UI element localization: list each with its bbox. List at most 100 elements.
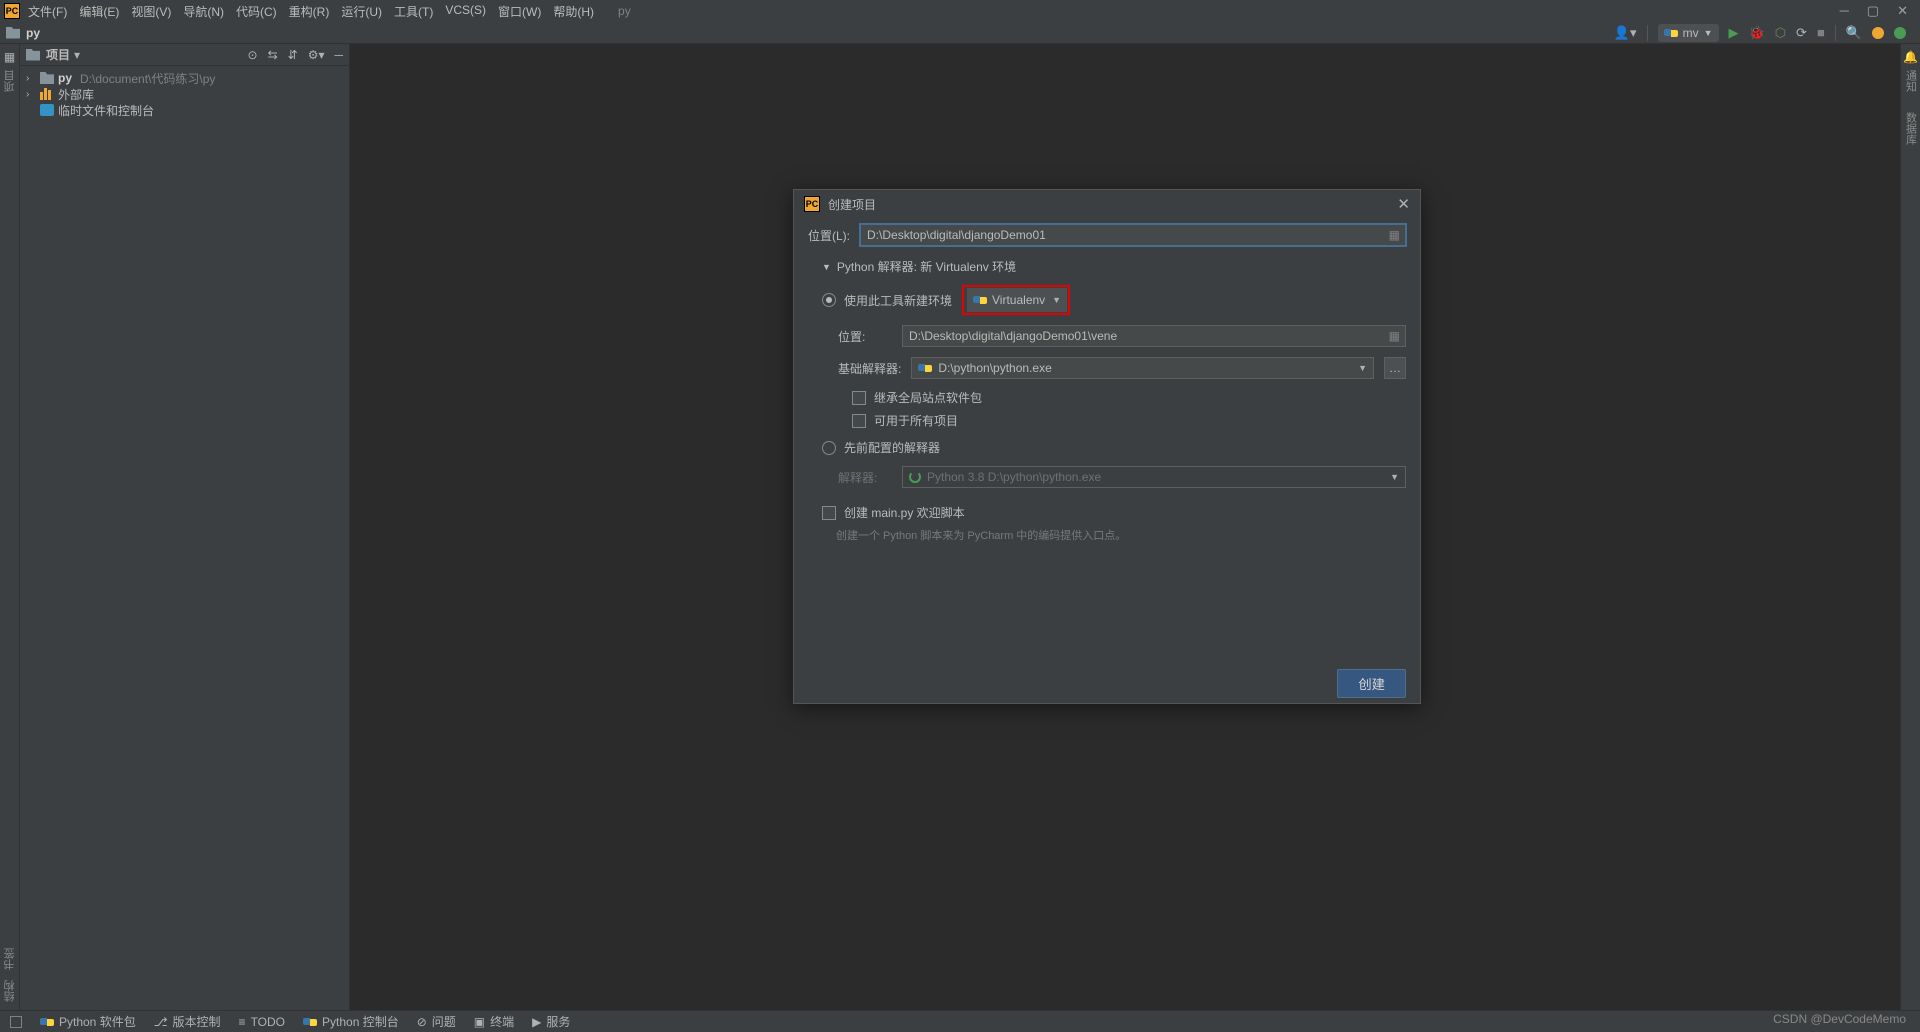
menu-tools[interactable]: 工具(T) bbox=[394, 3, 433, 20]
python-icon bbox=[918, 361, 932, 375]
user-icon[interactable]: 👤▾ bbox=[1614, 25, 1637, 41]
warning-icon: ⊘ bbox=[417, 1015, 427, 1029]
interpreter-section[interactable]: ▼ Python 解释器: 新 Virtualenv 环境 bbox=[822, 258, 1406, 275]
bookmarks-tab[interactable]: 书签 bbox=[2, 948, 18, 970]
menu-file[interactable]: 文件(F) bbox=[28, 3, 67, 20]
locate-icon[interactable]: ⊙ bbox=[248, 48, 258, 62]
menu-run[interactable]: 运行(U) bbox=[341, 3, 382, 20]
tree-root[interactable]: › py D:\document\代码练习\py bbox=[20, 70, 349, 86]
all-projects-checkbox[interactable] bbox=[852, 414, 866, 428]
run-config-selector[interactable]: mv ▼ bbox=[1658, 24, 1719, 42]
create-button[interactable]: 创建 bbox=[1337, 669, 1406, 698]
base-interp-label: 基础解释器: bbox=[838, 360, 901, 377]
location-input[interactable]: D:\Desktop\digital\djangoDemo01 ▦ bbox=[860, 224, 1406, 246]
python-icon bbox=[303, 1015, 317, 1029]
new-env-radio[interactable] bbox=[822, 293, 836, 307]
status-vcs[interactable]: ⎇版本控制 bbox=[154, 1013, 221, 1030]
env-tool-label: Virtualenv bbox=[992, 293, 1045, 307]
project-tab-icon[interactable]: ▦ bbox=[4, 50, 15, 64]
browse-icon[interactable]: ▦ bbox=[1389, 228, 1400, 242]
project-sidebar: 项目 ▾ ⊙ ⇆ ⇵ ⚙▾ ─ › py D:\document\代码练习\py… bbox=[20, 44, 350, 1010]
toolwindow-toggle-icon[interactable] bbox=[10, 1016, 22, 1028]
coverage-icon[interactable]: ⬡ bbox=[1775, 25, 1786, 41]
env-location-input[interactable]: D:\Desktop\digital\djangoDemo01\vene ▦ bbox=[902, 325, 1406, 347]
highlight-box: Virtualenv ▼ bbox=[962, 285, 1070, 315]
stop-icon[interactable]: ■ bbox=[1817, 25, 1825, 40]
watermark-text: CSDN @DevCodeMemo bbox=[1773, 1012, 1906, 1026]
status-problems[interactable]: ⊘问题 bbox=[417, 1013, 456, 1030]
dialog-title: 创建项目 bbox=[828, 196, 876, 213]
structure-tab[interactable]: 结构 bbox=[2, 980, 18, 1002]
root-path: D:\document\代码练习\py bbox=[80, 70, 215, 87]
ok-badge-icon[interactable] bbox=[1894, 27, 1906, 39]
pycharm-logo-icon: PC bbox=[4, 3, 20, 19]
sidebar-title: 项目 bbox=[46, 46, 70, 63]
folder-icon bbox=[26, 49, 40, 61]
menu-code[interactable]: 代码(C) bbox=[236, 3, 277, 20]
close-icon[interactable]: ✕ bbox=[1397, 195, 1410, 213]
hide-icon[interactable]: ─ bbox=[334, 48, 343, 62]
debug-icon[interactable]: 🐞 bbox=[1749, 25, 1765, 41]
status-services[interactable]: ▶服务 bbox=[532, 1013, 570, 1030]
separator bbox=[1835, 25, 1836, 41]
prev-interp-radio[interactable] bbox=[822, 441, 836, 455]
watermark: CSDN @DevCodeMemo bbox=[1773, 1012, 1906, 1026]
search-icon[interactable]: 🔍 bbox=[1846, 25, 1862, 41]
gear-icon[interactable]: ⚙▾ bbox=[308, 48, 325, 62]
prev-interp-radio-row: 先前配置的解释器 bbox=[822, 439, 1406, 456]
interp-selector: Python 3.8 D:\python\python.exe ▼ bbox=[902, 466, 1406, 488]
menu-nav[interactable]: 导航(N) bbox=[183, 3, 224, 20]
terminal-icon: ▣ bbox=[474, 1015, 485, 1029]
breadcrumb-project[interactable]: py bbox=[26, 26, 40, 40]
menu-edit[interactable]: 编辑(E) bbox=[79, 3, 119, 20]
base-interp-selector[interactable]: D:\python\python.exe ▼ bbox=[911, 357, 1374, 379]
tree-libs[interactable]: › 外部库 bbox=[20, 86, 349, 102]
expand-icon[interactable]: ⇆ bbox=[268, 48, 278, 62]
services-icon: ▶ bbox=[532, 1015, 541, 1029]
status-packages[interactable]: Python 软件包 bbox=[40, 1013, 136, 1030]
chevron-down-icon: ▼ bbox=[1390, 472, 1399, 482]
menu-help[interactable]: 帮助(H) bbox=[553, 3, 594, 20]
maximize-icon[interactable]: ▢ bbox=[1867, 3, 1879, 19]
chevron-down-icon: ▼ bbox=[1052, 295, 1061, 305]
env-tool-selector[interactable]: Virtualenv ▼ bbox=[967, 288, 1067, 312]
main-menu: 文件(F) 编辑(E) 视图(V) 导航(N) 代码(C) 重构(R) 运行(U… bbox=[28, 3, 594, 20]
chevron-down-icon[interactable]: ▾ bbox=[74, 48, 80, 62]
chevron-right-icon[interactable]: › bbox=[26, 89, 36, 100]
status-bar: Python 软件包 ⎇版本控制 ≡TODO Python 控制台 ⊘问题 ▣终… bbox=[0, 1010, 1920, 1032]
inherit-checkbox[interactable] bbox=[852, 391, 866, 405]
browse-icon[interactable]: ▦ bbox=[1389, 329, 1400, 343]
menu-vcs[interactable]: VCS(S) bbox=[445, 3, 486, 20]
create-main-hint: 创建一个 Python 脚本来为 PyCharm 中的编码提供入口点。 bbox=[836, 527, 1406, 543]
profile-icon[interactable]: ⟳ bbox=[1796, 25, 1807, 41]
status-console[interactable]: Python 控制台 bbox=[303, 1013, 399, 1030]
chevron-down-icon: ▼ bbox=[822, 262, 831, 272]
ellipsis-button[interactable]: … bbox=[1384, 357, 1406, 379]
collapse-icon[interactable]: ⇵ bbox=[288, 48, 298, 62]
database-tab[interactable]: 数据库 bbox=[1903, 112, 1919, 145]
libs-label: 外部库 bbox=[58, 86, 94, 103]
warn-badge-icon[interactable] bbox=[1872, 27, 1884, 39]
status-terminal[interactable]: ▣终端 bbox=[474, 1013, 514, 1030]
tree-scratch[interactable]: 临时文件和控制台 bbox=[20, 102, 349, 118]
separator bbox=[1647, 25, 1648, 41]
env-location-label: 位置: bbox=[838, 328, 892, 345]
chevron-right-icon[interactable]: › bbox=[26, 73, 36, 84]
menu-view[interactable]: 视图(V) bbox=[131, 3, 171, 20]
menu-window[interactable]: 窗口(W) bbox=[498, 3, 541, 20]
project-tab[interactable]: 项目 bbox=[2, 70, 18, 92]
chevron-down-icon: ▼ bbox=[1358, 363, 1367, 373]
minimize-icon[interactable]: ─ bbox=[1840, 3, 1849, 19]
branch-icon: ⎇ bbox=[154, 1015, 168, 1029]
menu-refactor[interactable]: 重构(R) bbox=[289, 3, 330, 20]
close-icon[interactable]: ✕ bbox=[1897, 3, 1908, 19]
create-main-checkbox[interactable] bbox=[822, 506, 836, 520]
status-todo[interactable]: ≡TODO bbox=[239, 1015, 285, 1029]
python-icon bbox=[1664, 26, 1678, 40]
run-icon[interactable]: ▶ bbox=[1729, 25, 1739, 41]
root-name: py bbox=[58, 71, 72, 85]
left-gutter: ▦ 项目 书签 结构 bbox=[0, 44, 20, 1010]
notification-tab[interactable]: 通知 bbox=[1903, 70, 1919, 92]
notification-tab-icon[interactable]: 🔔 bbox=[1903, 50, 1918, 64]
prev-interp-label: 先前配置的解释器 bbox=[844, 439, 940, 456]
